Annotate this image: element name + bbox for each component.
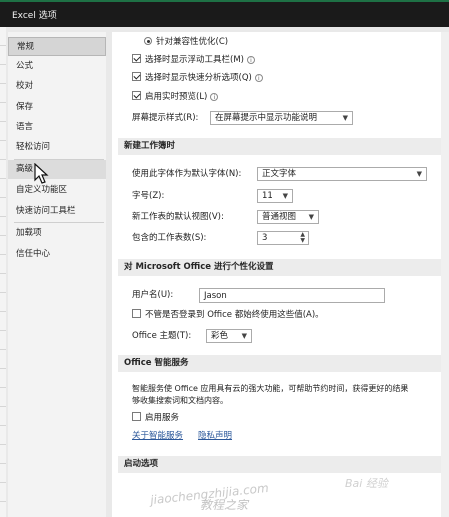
chevron-down-icon: ▼ (342, 114, 348, 122)
options-content: 针对兼容性优化(C) 选择时显示浮动工具栏(M) i 选择时显示快速分析选项(Q)… (112, 32, 449, 517)
compat-radio[interactable]: 针对兼容性优化(C) (144, 34, 228, 50)
always-use-option[interactable]: 不管是否登录到 Office 都始终使用这些值(A)。 (132, 307, 324, 323)
sidebar-divider (14, 222, 104, 223)
always-use-label: 不管是否登录到 Office 都始终使用这些值(A)。 (145, 310, 324, 320)
title-bar: Excel 选项 (0, 0, 449, 27)
sheet-count-value: 3 (262, 233, 268, 243)
worksheet-edge (0, 27, 6, 517)
screentip-value: 在屏幕提示中显示功能说明 (215, 113, 318, 123)
checkbox-unchecked-icon[interactable] (132, 412, 141, 421)
font-size-select[interactable]: 11 ▼ (257, 189, 293, 203)
default-font-label: 使用此字体作为默认字体(N): (132, 169, 242, 179)
about-intelligent-services-link[interactable]: 关于智能服务 (132, 429, 183, 443)
watermark-cn: 教程之家 (200, 498, 249, 512)
sidebar-item-language[interactable]: 语言 (8, 118, 106, 137)
sidebar-item-addins[interactable]: 加载项 (8, 224, 106, 243)
privacy-statement-link[interactable]: 隐私声明 (198, 429, 232, 443)
checkbox-unchecked-icon[interactable] (132, 309, 141, 318)
default-view-select[interactable]: 普通视图 ▼ (257, 210, 319, 224)
font-size-value: 11 (262, 191, 273, 201)
info-icon: i (210, 93, 219, 101)
sidebar-item-proofing[interactable]: 校对 (8, 77, 106, 96)
checkbox-checked-icon[interactable] (132, 54, 141, 63)
new-workbook-header: 新建工作簿时 (118, 138, 449, 155)
mini-toolbar-option[interactable]: 选择时显示浮动工具栏(M) i (132, 52, 255, 68)
watermark-baidu: Bai 经验 (345, 477, 388, 490)
chevron-down-icon: ▼ (241, 332, 247, 340)
default-view-value: 普通视图 (262, 212, 297, 222)
chevron-down-icon: ▼ (308, 213, 314, 221)
sidebar-item-accessibility[interactable]: 轻松访问 (8, 138, 106, 157)
username-label: 用户名(U): (132, 290, 174, 300)
sidebar-item-formulas[interactable]: 公式 (8, 57, 106, 76)
enable-services-label: 启用服务 (145, 413, 180, 423)
radio-selected-icon (144, 37, 152, 45)
vertical-scrollbar[interactable] (441, 32, 449, 517)
theme-label: Office 主题(T): (132, 331, 192, 341)
mouse-cursor-icon (34, 163, 49, 184)
chevron-down-icon: ▼ (282, 192, 288, 200)
startup-options-header: 启动选项 (118, 456, 449, 473)
sidebar-item-quick-access-toolbar[interactable]: 快速访问工具栏 (8, 202, 106, 221)
window-title: Excel 选项 (12, 11, 57, 21)
sheet-count-spinner[interactable]: 3 ▲ ▼ (257, 231, 309, 245)
sidebar-item-trust-center[interactable]: 信任中心 (8, 245, 106, 264)
sidebar-item-advanced[interactable]: 高级 (8, 160, 106, 179)
username-field[interactable]: Jason (199, 288, 385, 303)
font-size-label: 字号(Z): (132, 191, 165, 201)
sidebar-item-save[interactable]: 保存 (8, 98, 106, 117)
live-preview-option[interactable]: 启用实时预览(L) i (132, 89, 219, 105)
mini-toolbar-label: 选择时显示浮动工具栏(M) (145, 55, 244, 65)
theme-value: 彩色 (211, 331, 229, 341)
accent-strip (0, 0, 449, 2)
sidebar-item-customize-ribbon[interactable]: 自定义功能区 (8, 181, 106, 200)
compat-radio-label: 针对兼容性优化(C) (156, 37, 229, 47)
intelligent-services-description-2: 够收集搜索词和文档内容。 (132, 396, 228, 405)
live-preview-label: 启用实时预览(L) (145, 92, 208, 102)
default-font-value: 正文字体 (262, 169, 297, 179)
theme-select[interactable]: 彩色 ▼ (206, 329, 252, 343)
spinner-arrows-icon[interactable]: ▲ ▼ (300, 232, 305, 244)
enable-services-option[interactable]: 启用服务 (132, 410, 179, 426)
default-font-select[interactable]: 正文字体 ▼ (257, 167, 427, 181)
default-view-label: 新工作表的默认视图(V): (132, 212, 224, 222)
quick-analysis-option[interactable]: 选择时显示快速分析选项(Q) i (132, 70, 263, 86)
quick-analysis-label: 选择时显示快速分析选项(Q) (145, 73, 252, 83)
personalize-header: 对 Microsoft Office 进行个性化设置 (118, 259, 449, 276)
chevron-down-icon: ▼ (416, 170, 422, 178)
info-icon: i (254, 74, 263, 82)
sidebar-item-general[interactable]: 常规 (8, 37, 106, 56)
checkbox-checked-icon[interactable] (132, 91, 141, 100)
checkbox-checked-icon[interactable] (132, 72, 141, 81)
screentip-select[interactable]: 在屏幕提示中显示功能说明 ▼ (210, 111, 353, 125)
screentip-label: 屏幕提示样式(R): (132, 113, 199, 123)
options-sidebar: 常规 公式 校对 保存 语言 轻松访问 高级 自定义功能区 快速访问工具栏 加载… (8, 32, 106, 517)
info-icon: i (246, 56, 255, 64)
sheet-count-label: 包含的工作表数(S): (132, 233, 207, 243)
intelligent-services-header: Office 智能服务 (118, 355, 449, 372)
